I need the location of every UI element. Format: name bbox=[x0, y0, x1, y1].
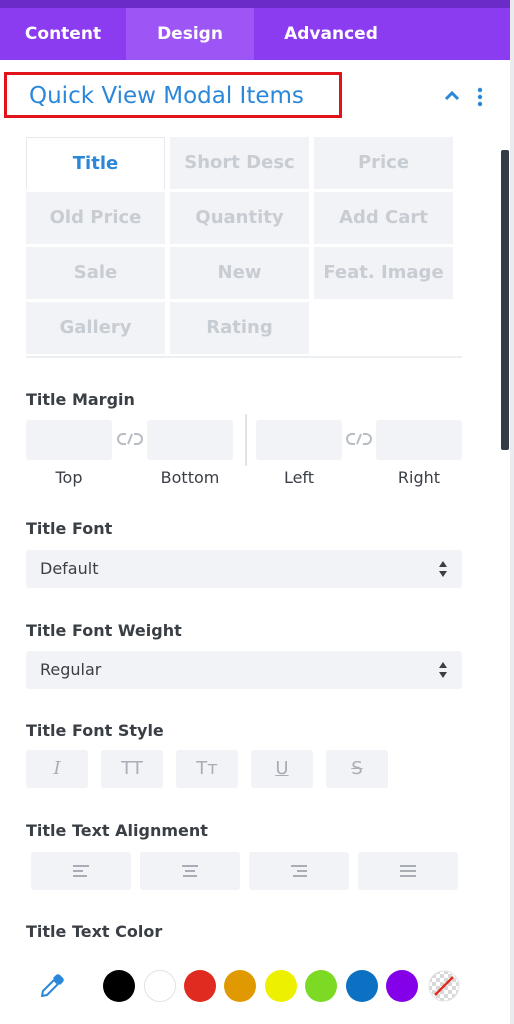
color-swatch[interactable] bbox=[144, 970, 176, 1002]
align-left-icon bbox=[73, 865, 89, 877]
tab-content[interactable]: Content bbox=[0, 8, 126, 60]
title-font-select[interactable]: Default bbox=[26, 550, 462, 588]
align-left-button[interactable] bbox=[31, 852, 131, 890]
select-arrows-icon bbox=[439, 561, 447, 577]
link-icon[interactable] bbox=[346, 431, 372, 447]
uppercase-icon: TT bbox=[121, 758, 143, 779]
title-font-weight-label: Title Font Weight bbox=[26, 621, 182, 640]
top-stripe bbox=[0, 0, 514, 8]
margin-bottom-label: Bottom bbox=[160, 468, 220, 487]
underline-icon: U bbox=[275, 758, 289, 779]
panel-edge bbox=[510, 0, 514, 1024]
section-header-highlight[interactable]: Quick View Modal Items bbox=[4, 72, 342, 118]
underline-button[interactable]: U bbox=[251, 750, 313, 788]
subtab-rating[interactable]: Rating bbox=[170, 302, 309, 354]
margin-separator bbox=[245, 414, 247, 466]
align-justify-button[interactable] bbox=[358, 852, 458, 890]
subtab-add-cart[interactable]: Add Cart bbox=[314, 192, 453, 244]
color-swatch[interactable] bbox=[184, 970, 216, 1002]
uppercase-button[interactable]: TT bbox=[101, 750, 163, 788]
italic-icon: I bbox=[53, 758, 61, 779]
no-color-icon[interactable] bbox=[428, 970, 460, 1002]
color-swatch[interactable] bbox=[224, 970, 256, 1002]
select-arrows-icon bbox=[439, 662, 447, 678]
subtab-price[interactable]: Price bbox=[314, 137, 453, 189]
margin-top-input[interactable] bbox=[26, 420, 112, 460]
align-right-icon bbox=[291, 865, 307, 877]
tab-design[interactable]: Design bbox=[126, 8, 254, 60]
title-margin-label: Title Margin bbox=[26, 390, 135, 409]
align-justify-icon bbox=[400, 865, 416, 877]
subtab-gallery[interactable]: Gallery bbox=[26, 302, 165, 354]
align-center-button[interactable] bbox=[140, 852, 240, 890]
margin-top-label: Top bbox=[55, 468, 83, 487]
tab-advanced[interactable]: Advanced bbox=[254, 8, 408, 60]
margin-right-input[interactable] bbox=[376, 420, 462, 460]
subtab-feat-image[interactable]: Feat. Image bbox=[314, 247, 453, 299]
align-right-button[interactable] bbox=[249, 852, 349, 890]
title-font-style-label: Title Font Style bbox=[26, 721, 164, 740]
title-font-value: Default bbox=[40, 559, 99, 578]
link-icon[interactable] bbox=[117, 431, 143, 447]
subtab-quantity[interactable]: Quantity bbox=[170, 192, 309, 244]
subtab-new[interactable]: New bbox=[170, 247, 309, 299]
margin-left-input[interactable] bbox=[256, 420, 342, 460]
capitalize-icon: Tт bbox=[196, 758, 218, 779]
color-swatch[interactable] bbox=[386, 970, 418, 1002]
subtab-old-price[interactable]: Old Price bbox=[26, 192, 165, 244]
margin-bottom-input[interactable] bbox=[147, 420, 233, 460]
color-swatch[interactable] bbox=[103, 970, 135, 1002]
subtab-short-desc[interactable]: Short Desc bbox=[170, 137, 309, 189]
title-text-color-label: Title Text Color bbox=[26, 922, 163, 941]
margin-left-label: Left bbox=[283, 468, 315, 487]
settings-tab-bar: Content Design Advanced bbox=[0, 8, 510, 60]
title-text-alignment-label: Title Text Alignment bbox=[26, 821, 208, 840]
divider bbox=[26, 356, 462, 358]
section-title: Quick View Modal Items bbox=[29, 83, 304, 109]
subtab-sale[interactable]: Sale bbox=[26, 247, 165, 299]
color-swatch[interactable] bbox=[265, 970, 297, 1002]
margin-right-label: Right bbox=[397, 468, 441, 487]
strikethrough-icon: S bbox=[351, 758, 363, 779]
italic-button[interactable]: I bbox=[26, 750, 88, 788]
color-swatch[interactable] bbox=[305, 970, 337, 1002]
title-font-weight-select[interactable]: Regular bbox=[26, 651, 462, 689]
strikethrough-button[interactable]: S bbox=[326, 750, 388, 788]
kebab-menu-icon[interactable] bbox=[474, 86, 486, 108]
subtab-title[interactable]: Title bbox=[26, 137, 165, 189]
color-swatch[interactable] bbox=[346, 970, 378, 1002]
align-center-icon bbox=[182, 865, 198, 877]
title-font-label: Title Font bbox=[26, 519, 113, 538]
eyedropper-icon[interactable] bbox=[38, 972, 66, 1000]
scrollbar[interactable] bbox=[501, 150, 509, 450]
chevron-up-icon[interactable] bbox=[442, 88, 462, 104]
capitalize-button[interactable]: Tт bbox=[176, 750, 238, 788]
title-font-weight-value: Regular bbox=[40, 660, 102, 679]
